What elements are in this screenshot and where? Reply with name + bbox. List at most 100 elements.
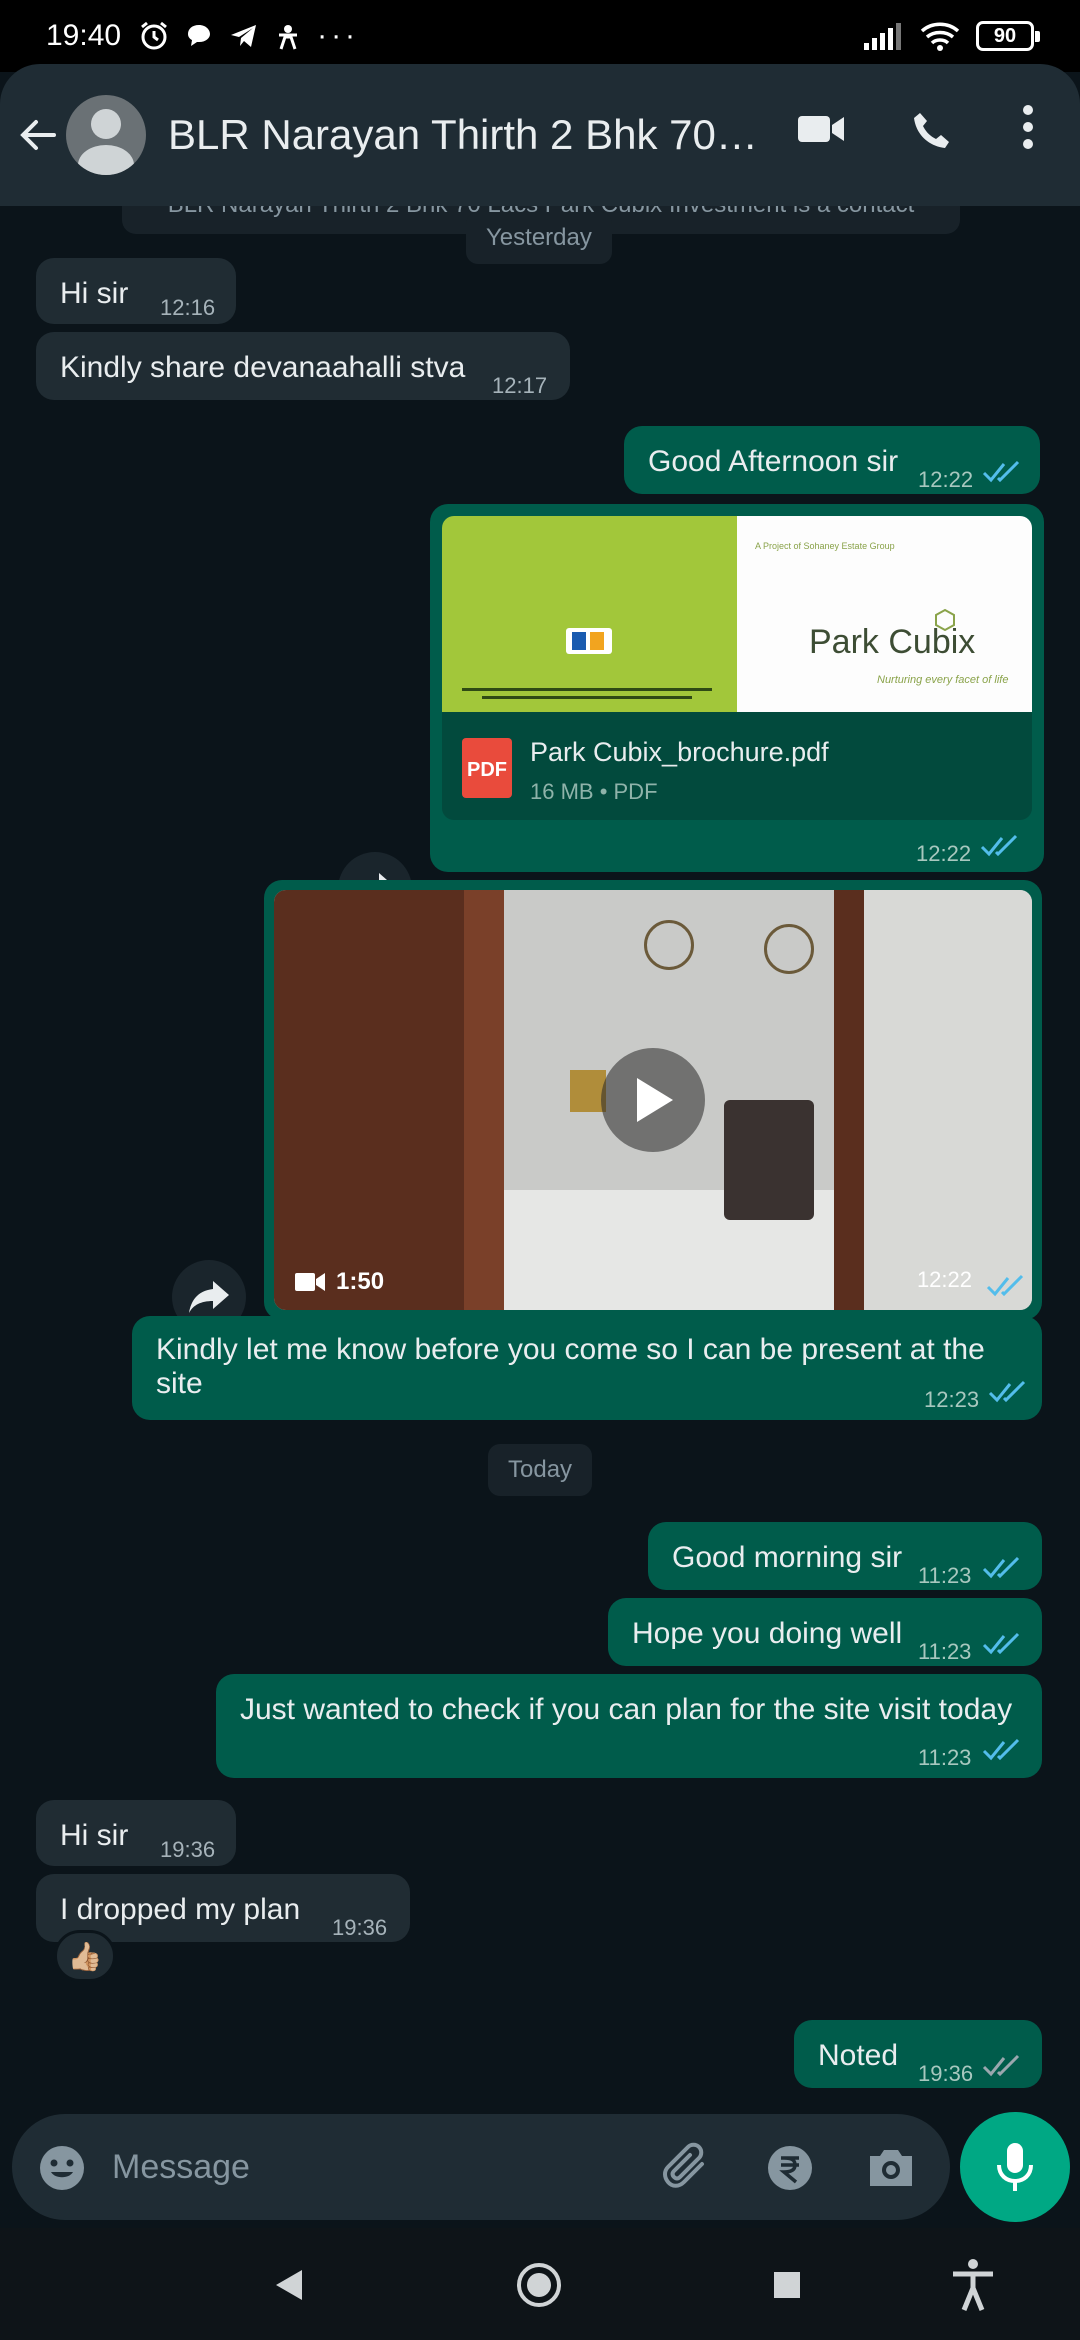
more-notifications-icon: ··· [317, 19, 360, 52]
message-composer: Message [12, 2114, 950, 2220]
emoji-button[interactable] [38, 2144, 86, 2197]
document-name: Park Cubix_brochure.pdf [530, 737, 829, 767]
message-text: Noted [818, 2039, 899, 2072]
status-time: 19:40 [46, 19, 122, 52]
video-camera-icon [295, 1273, 325, 1291]
outgoing-message[interactable]: Kindly let me know before you come so I … [132, 1316, 1042, 1420]
accessibility-button[interactable] [950, 2258, 996, 2317]
message-time: 12:16 [160, 295, 216, 320]
telegram-icon [231, 25, 257, 47]
document-message[interactable]: A Project of Sohaney Estate Group Park C… [430, 504, 1044, 872]
voice-message-button[interactable] [960, 2112, 1070, 2222]
message-time: 12:22 [918, 467, 974, 492]
voice-call-button[interactable] [910, 110, 952, 157]
play-icon [637, 1078, 673, 1122]
nav-recents-icon [774, 2272, 800, 2298]
system-navigation-bar [0, 2228, 1080, 2340]
message-time: 12:22 [916, 1267, 972, 1292]
emoji-icon [40, 2146, 84, 2190]
message-time: 11:23 [918, 1563, 972, 1588]
microphone-icon [997, 2143, 1033, 2191]
outgoing-message[interactable]: Good morning sir 11:23 [648, 1522, 1042, 1590]
message-time: 12:23 [924, 1387, 980, 1412]
incoming-message[interactable]: Hi sir 12:16 [36, 258, 236, 324]
document-info[interactable]: PDF Park Cubix_brochure.pdf 16 MB • PDF [442, 712, 1032, 820]
message-text: Just wanted to check if you can plan for… [240, 1693, 1013, 1726]
chat-title[interactable]: BLR Narayan Thirth 2 Bhk 70… [168, 111, 768, 159]
attach-button[interactable] [662, 2142, 712, 2197]
back-arrow-icon [20, 120, 56, 150]
date-chip-yesterday: Yesterday [466, 212, 612, 264]
message-input[interactable]: Message [112, 2148, 250, 2187]
video-camera-icon [798, 116, 844, 142]
alarm-icon [141, 21, 168, 50]
read-ticks-icon [982, 1632, 1020, 1655]
message-time: 11:23 [918, 1639, 972, 1664]
app-notification-icon [279, 25, 298, 50]
outgoing-message[interactable]: Noted 19:36 [794, 2020, 1042, 2088]
message-time: 19:36 [918, 2061, 974, 2086]
message-time: 19:36 [332, 1915, 388, 1940]
play-button[interactable] [601, 1048, 705, 1152]
signal-icon [864, 23, 901, 50]
read-ticks-icon [988, 1380, 1026, 1403]
read-ticks-icon [982, 460, 1020, 483]
video-duration: 1:50 [294, 1264, 384, 1300]
video-message[interactable]: 1:50 12:22 [264, 880, 1042, 1320]
pdf-file-icon: PDF [462, 738, 512, 798]
nav-back-button[interactable] [272, 2268, 304, 2307]
chat-notification-icon [188, 25, 211, 46]
phone-icon [914, 113, 949, 148]
date-chip-today: Today [488, 1444, 593, 1496]
battery-indicator: 90 [976, 21, 1040, 51]
document-meta: 16 MB • PDF [530, 779, 658, 804]
forward-arrow-icon [189, 1281, 229, 1313]
kebab-menu-icon [1023, 105, 1033, 149]
video-call-button[interactable] [796, 108, 846, 153]
wifi-icon [920, 22, 960, 51]
cube-logo-icon [935, 608, 955, 632]
contact-avatar[interactable] [66, 95, 146, 175]
chat-messages[interactable]: BLR Narayan Thirth 2 Bhk 70 Lacs Park Cu… [0, 206, 1080, 2106]
payment-button[interactable] [766, 2144, 814, 2197]
read-ticks-icon [986, 1274, 1024, 1297]
video-thumbnail[interactable]: 1:50 12:22 [274, 890, 1032, 1310]
message-text: Kindly share devanaahalli stva [60, 351, 466, 384]
camera-icon [870, 2150, 912, 2186]
thumbs-up-reaction-icon: 👍🏼 [67, 1940, 103, 1972]
message-text: Good Afternoon sir [648, 445, 899, 478]
read-ticks-icon [982, 1556, 1020, 1579]
read-ticks-icon [982, 1738, 1020, 1761]
message-text: I dropped my plan [60, 1893, 301, 1926]
message-time: 12:17 [492, 373, 548, 398]
message-time: 19:36 [160, 1837, 216, 1862]
camera-button[interactable] [866, 2146, 916, 2195]
document-thumbnail[interactable]: A Project of Sohaney Estate Group Park C… [442, 516, 1032, 712]
message-text-line: site [156, 1367, 203, 1400]
incoming-message[interactable]: Kindly share devanaahalli stva 12:17 [36, 332, 570, 400]
message-reaction[interactable]: 👍🏼 [54, 1930, 116, 1982]
message-text-line: Kindly let me know before you come so I … [156, 1333, 985, 1366]
incoming-message[interactable]: Hi sir 19:36 [36, 1800, 236, 1866]
rupee-icon [768, 2146, 812, 2190]
read-ticks-icon [980, 834, 1018, 857]
nav-home-icon [517, 2263, 561, 2307]
message-time: 12:22 [916, 841, 972, 866]
message-time: 11:23 [918, 1745, 972, 1770]
more-options-button[interactable] [1020, 104, 1036, 155]
outgoing-message[interactable]: Hope you doing well 11:23 [608, 1598, 1042, 1666]
message-text: Hi sir [60, 277, 129, 310]
back-button[interactable] [18, 115, 58, 155]
nav-recents-button[interactable] [772, 2270, 802, 2305]
paperclip-icon [663, 2142, 704, 2188]
message-text: Good morning sir [672, 1541, 903, 1574]
message-text: Hi sir [60, 1819, 129, 1852]
nav-back-icon [276, 2270, 302, 2300]
message-text: Hope you doing well [632, 1617, 903, 1650]
chat-header: BLR Narayan Thirth 2 Bhk 70… [0, 64, 1080, 206]
nav-home-button[interactable] [516, 2262, 562, 2313]
outgoing-message[interactable]: Good Afternoon sir 12:22 [624, 426, 1040, 494]
accessibility-icon [953, 2259, 993, 2311]
brochure-logo-icon [566, 628, 612, 654]
outgoing-message[interactable]: Just wanted to check if you can plan for… [216, 1674, 1042, 1778]
